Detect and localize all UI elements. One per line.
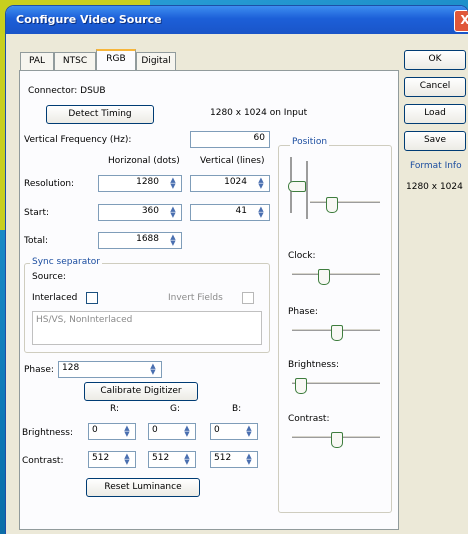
spin-arrows-icon[interactable]: ▲ ▼ [243,425,255,438]
phase-slider-label: Phase: [288,307,318,317]
contrast-label: Contrast: [22,456,64,466]
connector-label: Connector: DSUB [28,86,106,96]
spin-arrows-icon[interactable]: ▲ ▼ [167,206,179,219]
load-button[interactable]: Load [404,104,466,124]
contrast-red-value: 512 [92,453,110,463]
invert-fields-checkbox[interactable] [242,292,254,304]
contrast-slider-thumb[interactable] [331,432,343,448]
position-horizontal-thumb[interactable] [326,197,338,213]
cancel-button[interactable]: Cancel [404,77,466,97]
spin-arrows-icon[interactable]: ▲ ▼ [167,234,179,247]
tab-digital[interactable]: Digital [136,52,176,71]
total-horizontal-value: 1688 [136,234,159,244]
spin-arrows-icon[interactable]: ▲ ▼ [121,425,133,438]
title-bar: Configure Video Source X [6,6,468,34]
position-divider [306,161,308,219]
brightness-blue-stepper[interactable]: 0 ▲ ▼ [210,423,258,440]
start-vertical-stepper[interactable]: 41 ▲ ▼ [190,204,270,221]
contrast-slider-label: Contrast: [288,414,330,424]
sync-source-display: HS/VS, NonInterlaced [32,311,262,345]
reset-luminance-button[interactable]: Reset Luminance [86,478,200,497]
resolution-vertical-value: 1024 [224,177,247,187]
brightness-red-stepper[interactable]: 0 ▲ ▼ [88,423,136,440]
red-header: R: [110,404,120,414]
brightness-green-stepper[interactable]: 0 ▲ ▼ [148,423,196,440]
start-horizontal-stepper[interactable]: 360 ▲ ▼ [98,204,182,221]
input-resolution-info: 1280 x 1024 on Input [210,108,308,118]
resolution-label: Resolution: [24,179,75,189]
phase-slider-thumb[interactable] [331,325,343,341]
phase-value: 128 [62,363,80,373]
rgb-tab-panel: Connector: DSUB Detect Timing 1280 x 102… [19,70,399,530]
ok-button[interactable]: OK [404,50,466,70]
spin-arrows-icon[interactable]: ▲ ▼ [255,177,267,190]
brightness-slider-label: Brightness: [288,360,339,370]
blue-header: B: [232,404,242,414]
phase-label: Phase: [24,365,54,375]
contrast-blue-stepper[interactable]: 512 ▲ ▼ [210,451,258,468]
start-vertical-value: 41 [235,206,247,216]
vertical-frequency-label: Vertical Frequency (Hz): [24,135,132,145]
window-title: Configure Video Source [16,13,162,26]
vertical-column-header: Vertical (lines) [200,156,265,166]
resolution-vertical-stepper[interactable]: 1024 ▲ ▼ [190,175,270,192]
resolution-horizontal-stepper[interactable]: 1280 ▲ ▼ [98,175,182,192]
contrast-blue-value: 512 [214,453,232,463]
start-label: Start: [24,208,50,218]
spin-arrows-icon[interactable]: ▲ ▼ [147,363,159,376]
spin-arrows-icon[interactable]: ▲ ▼ [243,453,255,466]
contrast-green-value: 512 [152,453,170,463]
total-horizontal-stepper[interactable]: 1688 ▲ ▼ [98,232,182,249]
brightness-red-value: 0 [92,425,98,435]
sync-source-value: HS/VS, NonInterlaced [36,315,133,325]
spin-arrows-icon[interactable]: ▲ ▼ [255,206,267,219]
start-horizontal-value: 360 [141,206,159,216]
spin-arrows-icon[interactable]: ▲ ▼ [121,453,133,466]
detect-timing-button[interactable]: Detect Timing [46,105,154,124]
clock-slider-label: Clock: [288,251,316,261]
spin-arrows-icon[interactable]: ▲ ▼ [167,177,179,190]
sync-separator-label: Sync separator [30,257,102,267]
invert-fields-label: Invert Fields [168,293,223,303]
format-info-label: Format Info [410,161,462,171]
position-vertical-thumb[interactable] [288,181,306,192]
format-info-value: 1280 x 1024 [406,182,463,192]
resolution-horizontal-value: 1280 [136,177,159,187]
brightness-green-value: 0 [152,425,158,435]
green-header: G: [170,404,181,414]
vertical-frequency-field[interactable]: 60 [190,131,270,148]
interlaced-label: Interlaced [32,293,78,303]
spin-arrows-icon[interactable]: ▲ ▼ [181,453,193,466]
interlaced-checkbox[interactable] [86,292,98,304]
calibrate-digitizer-button[interactable]: Calibrate Digitizer [84,382,198,401]
brightness-blue-value: 0 [214,425,220,435]
horizontal-column-header: Horizonal (dots) [108,156,180,166]
tab-ntsc[interactable]: NTSC [54,52,96,71]
total-label: Total: [24,236,49,246]
brightness-label: Brightness: [22,428,73,438]
spin-arrows-icon[interactable]: ▲ ▼ [181,425,193,438]
save-button[interactable]: Save [404,131,466,151]
position-horizontal-track [310,201,380,203]
contrast-red-stepper[interactable]: 512 ▲ ▼ [88,451,136,468]
brightness-slider-thumb[interactable] [295,378,308,394]
sync-source-label: Source: [32,272,66,282]
phase-stepper[interactable]: 128 ▲ ▼ [58,361,162,378]
clock-slider-thumb[interactable] [317,269,330,285]
clock-slider-track [292,273,380,275]
position-label: Position [290,137,330,147]
configure-video-source-dialog: Configure Video Source X PAL NTSC RGB Di… [6,6,468,534]
tab-pal[interactable]: PAL [20,52,54,71]
vertical-frequency-value: 60 [253,133,265,143]
contrast-green-stepper[interactable]: 512 ▲ ▼ [148,451,196,468]
close-button[interactable]: X [454,10,468,32]
